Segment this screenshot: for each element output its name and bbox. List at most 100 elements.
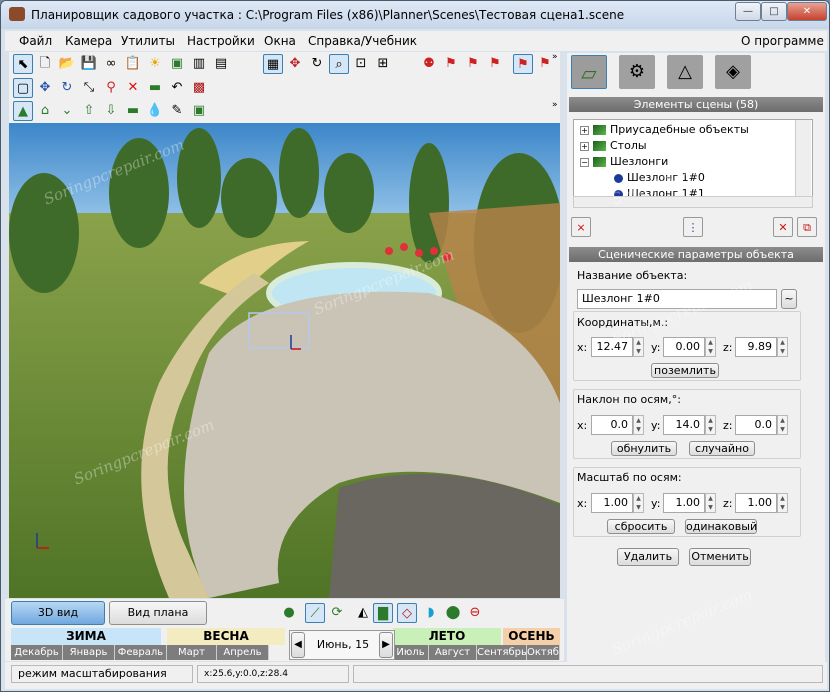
person-icon[interactable]: ⚉ <box>419 54 439 74</box>
tree-vscrollbar[interactable] <box>795 120 811 196</box>
remove-item-icon[interactable]: ✕ <box>773 217 793 237</box>
tab-3d-view[interactable]: 3D вид <box>11 601 105 625</box>
scale-z-spinner[interactable]: ▲ ▼ <box>777 493 788 513</box>
menu-settings[interactable]: Настройки <box>187 34 255 48</box>
scale-x-spinner[interactable]: ▲ ▼ <box>633 493 644 513</box>
month-october[interactable]: Октябрь <box>527 645 560 660</box>
random-tilt-button[interactable]: случайно <box>689 441 755 456</box>
frame-select-icon[interactable]: ◇ <box>397 603 417 623</box>
clipboard-icon[interactable]: 📋 <box>123 54 143 74</box>
scale-y-spinner[interactable]: ▲ ▼ <box>705 493 716 513</box>
print-icon[interactable]: ▥ <box>189 54 209 74</box>
delete-icon[interactable]: ✕ <box>123 78 143 98</box>
close-button[interactable]: ✕ <box>787 2 827 21</box>
undo-icon[interactable]: ↶ <box>167 78 187 98</box>
lower-icon[interactable]: ⇩ <box>101 101 121 121</box>
geometry-tab-icon[interactable]: △ <box>667 55 703 89</box>
tilt-x-field[interactable]: 0.0 <box>591 415 633 435</box>
zoom-3d-icon[interactable]: ⊖ <box>465 603 485 623</box>
rotate-object-icon[interactable]: ↻ <box>57 78 77 98</box>
eyedropper-icon[interactable]: ✎ <box>167 101 187 121</box>
open-folder-icon[interactable]: 📂 <box>57 54 77 74</box>
month-january[interactable]: Январь <box>63 645 115 660</box>
date-next-button[interactable]: ▶ <box>379 632 393 658</box>
camera1-icon[interactable]: ⚑ <box>441 54 461 74</box>
zoom-icon[interactable]: ⌕ <box>329 54 349 74</box>
rotate-icon[interactable]: ↻ <box>307 54 327 74</box>
water-drop-icon[interactable]: 💧 <box>145 101 165 121</box>
coord-z-spinner[interactable]: ▲ ▼ <box>777 337 788 357</box>
terrain-icon[interactable]: ▲ <box>13 101 33 121</box>
viewport-3d[interactable]: Soringpcrepair.com Soringpcrepair.com So… <box>9 123 560 598</box>
ground-button[interactable]: поземлить <box>651 363 719 378</box>
date-prev-button[interactable]: ◀ <box>291 632 305 658</box>
menu-about[interactable]: О программе <box>741 34 824 48</box>
palette-icon[interactable]: ▩ <box>189 78 209 98</box>
group-icon[interactable]: ⋮ <box>683 217 703 237</box>
save-icon[interactable]: 💾 <box>79 54 99 74</box>
menu-utilities[interactable]: Утилиты <box>121 34 175 48</box>
scale-z-field[interactable]: 1.00 <box>735 493 777 513</box>
coord-z-field[interactable]: 9.89 <box>735 337 777 357</box>
reset-scale-button[interactable]: сбросить <box>607 519 675 534</box>
menu-windows[interactable]: Окна <box>264 34 296 48</box>
tilt-z-spinner[interactable]: ▲ ▼ <box>777 415 788 435</box>
bounding-box-icon[interactable]: ▢ <box>13 78 33 98</box>
place-object-icon[interactable]: ⚲ <box>101 78 121 98</box>
chart-axes-icon[interactable]: ⟋ <box>305 603 325 623</box>
ground-icon[interactable]: ▬ <box>145 78 165 98</box>
binoculars-icon[interactable]: ∞ <box>101 54 121 74</box>
reset-tilt-button[interactable]: обнулить <box>611 441 677 456</box>
minimize-button[interactable]: — <box>735 2 761 21</box>
camera2-icon[interactable]: ⚑ <box>463 54 483 74</box>
toolbar-overflow-icon[interactable]: » <box>552 100 558 110</box>
report-icon[interactable]: ▤ <box>211 54 231 74</box>
tilt-y-field[interactable]: 14.0 <box>663 415 705 435</box>
maximize-button[interactable]: □ <box>761 2 787 21</box>
bar-chart-icon[interactable]: ▇ <box>373 603 393 623</box>
tree-item-yard-objects[interactable]: + Приусадебные объекты <box>580 123 749 136</box>
month-august[interactable]: Август <box>429 645 477 660</box>
stats-icon[interactable]: ◭ <box>353 603 373 623</box>
tilt-y-spinner[interactable]: ▲ ▼ <box>705 415 716 435</box>
month-april[interactable]: Апрель <box>217 645 269 660</box>
select-tool-icon[interactable]: ⬉ <box>13 54 33 74</box>
scene-objects-tab-icon[interactable]: ▱ <box>571 55 607 89</box>
tree-hscrollbar[interactable] <box>573 196 813 208</box>
globe-icon[interactable]: ● <box>279 603 299 623</box>
camera3-icon[interactable]: ⚑ <box>485 54 505 74</box>
frame-icon[interactable]: ⊡ <box>351 54 371 74</box>
delete-object-button[interactable]: Удалить <box>617 548 679 566</box>
toolbar-overflow-icon[interactable]: » <box>552 52 558 62</box>
water-icon[interactable]: ◗ <box>421 603 441 623</box>
month-december[interactable]: Декабрь <box>11 645 63 660</box>
camera4-icon[interactable]: ⚑ <box>513 54 533 74</box>
move-object-icon[interactable]: ✥ <box>35 78 55 98</box>
month-september[interactable]: Сентябрь <box>477 645 527 660</box>
camera-icon[interactable]: ⊞ <box>373 54 393 74</box>
tilt-z-field[interactable]: 0.0 <box>735 415 777 435</box>
bush-icon[interactable]: ⬤ <box>443 603 463 623</box>
tree-item-loungers[interactable]: − Шезлонги <box>580 155 668 168</box>
menu-help[interactable]: Справка/Учебник <box>308 34 417 48</box>
raise-icon[interactable]: ⇧ <box>79 101 99 121</box>
coord-y-spinner[interactable]: ▲ ▼ <box>705 337 716 357</box>
move-icon[interactable]: ✥ <box>285 54 305 74</box>
clone-item-icon[interactable]: ⧉ <box>797 217 817 237</box>
menu-camera[interactable]: Камера <box>65 34 112 48</box>
delete-all-icon[interactable]: ⨯ <box>571 217 591 237</box>
coord-y-field[interactable]: 0.00 <box>663 337 705 357</box>
image-icon[interactable]: ▣ <box>167 54 187 74</box>
tree-item-tables[interactable]: + Столы <box>580 139 647 152</box>
month-february[interactable]: Февраль <box>115 645 167 660</box>
tab-plan-view[interactable]: Вид плана <box>109 601 207 625</box>
hill-icon[interactable]: ⌂ <box>35 101 55 121</box>
materials-tab-icon[interactable]: ⚙ <box>619 55 655 89</box>
scale-object-icon[interactable]: ⤡ <box>79 78 99 98</box>
texture-icon[interactable]: ▣ <box>189 101 209 121</box>
object-name-menu-button[interactable]: ~ <box>781 289 797 309</box>
flatten-icon[interactable]: ▬ <box>123 101 143 121</box>
month-july[interactable]: Июль <box>393 645 429 660</box>
menu-file[interactable]: Файл <box>19 34 52 48</box>
valley-icon[interactable]: ⌄ <box>57 101 77 121</box>
